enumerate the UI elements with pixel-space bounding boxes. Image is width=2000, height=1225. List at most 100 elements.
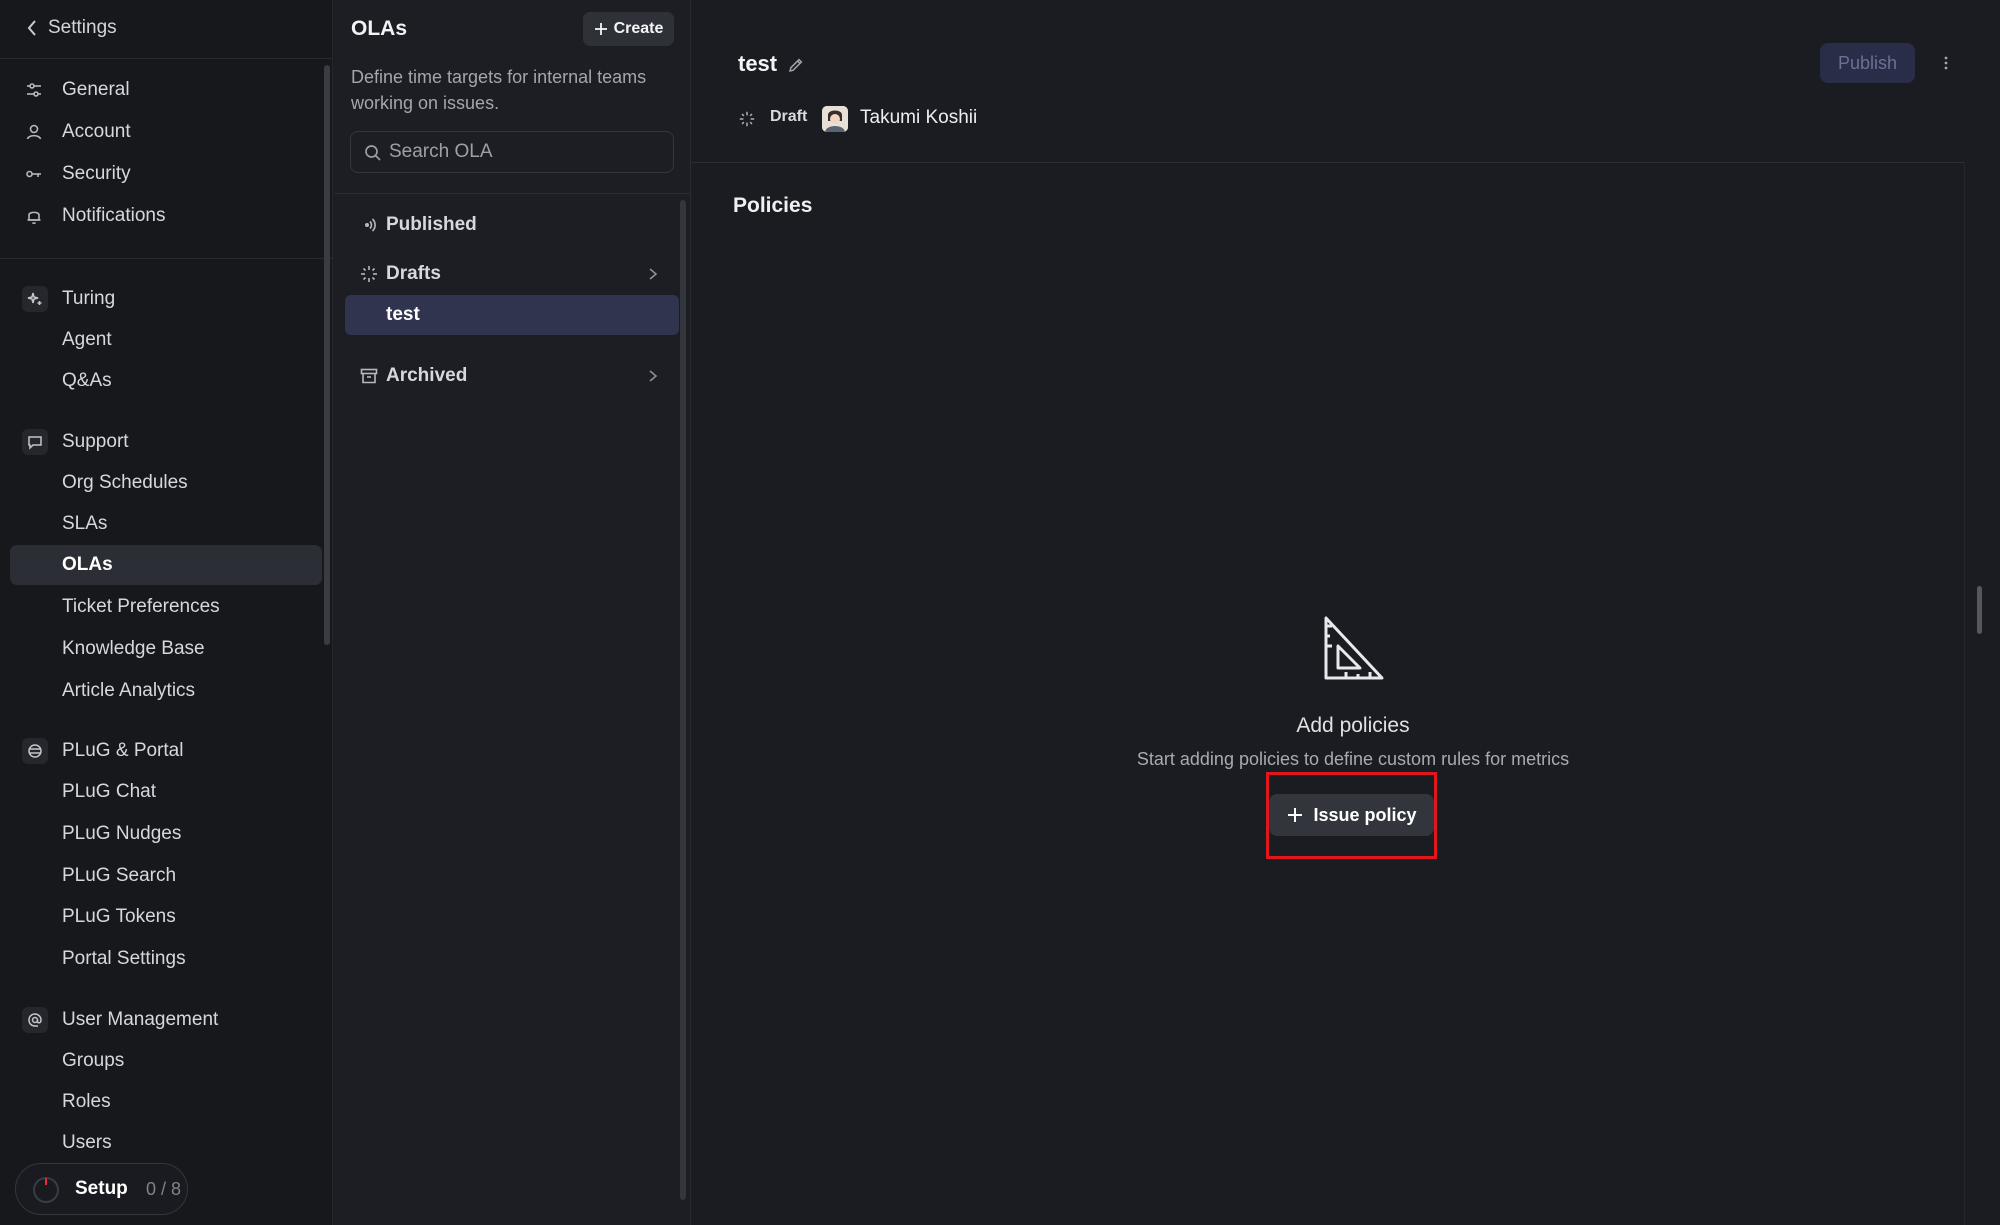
sidebar-item-article-analytics[interactable]: Article Analytics: [10, 671, 322, 711]
ola-item-test[interactable]: test: [345, 295, 679, 335]
create-ola-button[interactable]: Create: [583, 12, 674, 46]
sidebar-item-label: PLuG Chat: [62, 781, 156, 802]
main-scrollbar[interactable]: [1977, 586, 1982, 634]
search-ola-input[interactable]: [389, 138, 665, 166]
sidebar-section-plug-portal[interactable]: PLuG & Portal: [10, 731, 322, 771]
sidebar-item-plug-nudges[interactable]: PLuG Nudges: [10, 814, 322, 854]
sidebar-item-agent[interactable]: Agent: [10, 320, 322, 360]
sidebar-scrollbar[interactable]: [324, 65, 330, 645]
sidebar-section-label: Support: [62, 431, 129, 452]
ola-title: test: [738, 51, 778, 76]
policies-heading: Policies: [733, 194, 813, 217]
sidebar-item-account[interactable]: Account: [10, 112, 322, 152]
sidebar-item-label: Security: [62, 163, 131, 184]
sidebar-section-turing[interactable]: Turing: [10, 279, 322, 319]
setup-progress-button[interactable]: Setup 0 / 8: [15, 1163, 188, 1215]
sidebar-item-users[interactable]: Users: [10, 1123, 322, 1163]
chat-icon: [22, 429, 48, 455]
sparkle-icon: [22, 286, 48, 312]
ola-list-panel: OLAs Create Define time targets for inte…: [334, 0, 691, 1225]
sidebar-item-label: Groups: [62, 1050, 125, 1071]
ola-group-drafts[interactable]: Drafts: [345, 254, 679, 294]
ola-item-label: test: [386, 304, 420, 325]
sidebar-item-roles[interactable]: Roles: [10, 1082, 322, 1122]
ola-panel-scrollbar[interactable]: [680, 200, 686, 1200]
sliders-icon: [24, 80, 44, 100]
archive-icon: [359, 366, 379, 386]
sidebar-divider: [0, 258, 332, 259]
empty-heading: Add policies: [1296, 714, 1410, 737]
draft-icon: [738, 110, 756, 128]
sidebar-item-label: Notifications: [62, 205, 166, 226]
plus-icon: [594, 23, 607, 35]
sidebar-item-ticket-preferences[interactable]: Ticket Preferences: [10, 587, 322, 627]
sidebar-item-qas[interactable]: Q&As: [10, 361, 322, 401]
sidebar-item-label: Knowledge Base: [62, 638, 205, 659]
sidebar-item-plug-tokens[interactable]: PLuG Tokens: [10, 897, 322, 937]
panel-title: OLAs: [351, 17, 408, 40]
issue-policy-label: Issue policy: [1313, 804, 1417, 825]
sidebar-item-label: Users: [62, 1132, 112, 1153]
policies-empty-state: Add policies Start adding policies to de…: [692, 612, 2000, 872]
sidebar-item-label: PLuG Nudges: [62, 823, 182, 844]
panel-divider: [334, 193, 691, 194]
sidebar-item-label: General: [62, 79, 130, 100]
ola-group-archived[interactable]: Archived: [345, 356, 679, 396]
search-icon: [363, 143, 383, 163]
sidebar-section-label: PLuG & Portal: [62, 740, 184, 761]
sidebar-item-plug-search[interactable]: PLuG Search: [10, 856, 322, 896]
sidebar-item-label: Portal Settings: [62, 948, 186, 969]
sidebar-section-label: User Management: [62, 1009, 219, 1030]
sidebar-divider: [0, 58, 332, 59]
avatar: [822, 106, 848, 132]
key-icon: [24, 164, 44, 184]
sidebar-item-label: Roles: [62, 1091, 111, 1112]
back-to-settings-link[interactable]: Settings: [26, 14, 117, 42]
publish-button[interactable]: Publish: [1820, 43, 1915, 83]
sidebar-item-label: Q&As: [62, 370, 112, 391]
chevron-right-icon: [645, 368, 661, 384]
sidebar-item-label: OLAs: [62, 554, 113, 575]
sidebar-item-general[interactable]: General: [10, 70, 322, 110]
sidebar-section-user-management[interactable]: User Management: [10, 1000, 322, 1040]
ola-group-label: Archived: [386, 365, 468, 386]
globe-icon: [22, 738, 48, 764]
search-ola-field[interactable]: [350, 131, 674, 173]
more-options-icon[interactable]: [1936, 53, 1956, 73]
sidebar-item-label: Ticket Preferences: [62, 596, 220, 617]
sidebar-item-label: Org Schedules: [62, 472, 188, 493]
sidebar-item-groups[interactable]: Groups: [10, 1041, 322, 1081]
broadcast-icon: [359, 215, 379, 235]
sidebar-item-label: PLuG Tokens: [62, 906, 176, 927]
setup-count: 0 / 8: [146, 1178, 182, 1199]
sidebar-item-label: Article Analytics: [62, 680, 196, 701]
set-square-icon: [1316, 612, 1388, 684]
chevron-left-icon: [27, 20, 36, 36]
ola-group-label: Published: [386, 214, 477, 235]
sidebar-item-olas[interactable]: OLAs: [10, 545, 322, 585]
owner-name[interactable]: Takumi Koshii: [860, 107, 977, 129]
create-label: Create: [613, 20, 664, 37]
sidebar-item-security[interactable]: Security: [10, 154, 322, 194]
chevron-right-icon: [645, 266, 661, 282]
progress-ring-icon: [32, 1176, 60, 1204]
sidebar-item-portal-settings[interactable]: Portal Settings: [10, 939, 322, 979]
panel-description: Define time targets for internal teams w…: [351, 67, 647, 113]
sidebar-item-notifications[interactable]: Notifications: [10, 196, 322, 236]
settings-sidebar: Settings General Account Security Notifi…: [0, 0, 333, 1225]
sidebar-item-knowledge-base[interactable]: Knowledge Base: [10, 629, 322, 669]
pencil-icon[interactable]: [787, 56, 805, 74]
setup-label: Setup: [75, 1178, 128, 1199]
sidebar-section-support[interactable]: Support: [10, 422, 322, 462]
sidebar-section-label: Turing: [62, 288, 116, 309]
plus-icon: [1288, 808, 1303, 822]
ola-group-published[interactable]: Published: [345, 205, 679, 245]
sidebar-item-label: SLAs: [62, 513, 108, 534]
sidebar-item-org-schedules[interactable]: Org Schedules: [10, 463, 322, 503]
user-icon: [24, 122, 44, 142]
header-divider: [692, 162, 1964, 163]
sidebar-item-slas[interactable]: SLAs: [10, 504, 322, 544]
status-badge: Draft: [770, 108, 808, 125]
sidebar-item-plug-chat[interactable]: PLuG Chat: [10, 772, 322, 812]
issue-policy-button[interactable]: Issue policy: [1269, 794, 1434, 836]
